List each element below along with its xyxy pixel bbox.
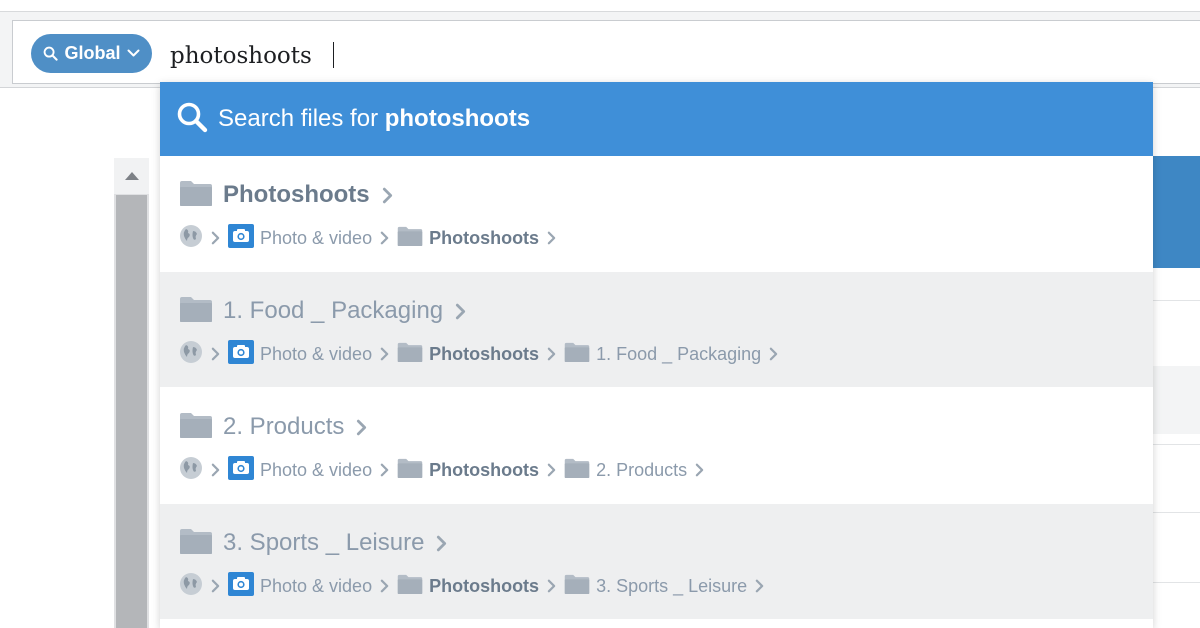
search-files-prefix: Search files for <box>218 105 385 132</box>
chevron-right-icon <box>769 347 778 361</box>
breadcrumb-label: Photo & video <box>260 227 373 248</box>
scroll-up-button[interactable] <box>114 158 149 194</box>
chevron-right-icon <box>755 579 764 593</box>
breadcrumb-item[interactable]: Photo & video <box>228 339 373 369</box>
breadcrumb-label: Photo & video <box>260 575 373 596</box>
chevron-right-icon <box>211 347 220 361</box>
breadcrumb-item[interactable]: Photo & video <box>228 455 373 485</box>
search-result-item[interactable]: Photoshoots Photo & video Photoshoots <box>160 156 1153 271</box>
breadcrumb-item[interactable]: Photoshoots <box>397 225 539 252</box>
search-result-item[interactable]: 3. Sports _ Leisure Photo & video Photosho… <box>160 504 1153 619</box>
result-title: 3. Sports _ Leisure <box>223 529 425 556</box>
chevron-right-icon <box>356 419 367 436</box>
result-title-row: 3. Sports _ Leisure <box>179 528 447 558</box>
folder-icon <box>397 341 423 368</box>
folder-icon <box>179 411 213 444</box>
search-files-label: Search files for photoshoots <box>218 105 530 133</box>
chevron-right-icon <box>547 579 556 593</box>
scope-dropdown-button[interactable]: Global <box>31 34 152 73</box>
breadcrumb-label: Photo & video <box>260 459 373 480</box>
background-header-panel <box>1152 156 1200 268</box>
search-suggestions-dropdown: Search files for photoshoots Photoshoots… <box>160 82 1153 628</box>
chevron-right-icon <box>380 231 389 245</box>
result-title: 1. Food _ Packaging <box>223 297 444 324</box>
result-title: Photoshoots <box>223 181 370 208</box>
chevron-right-icon <box>380 579 389 593</box>
chevron-right-icon <box>211 579 220 593</box>
search-input[interactable] <box>160 30 1154 82</box>
result-title: 2. Products <box>223 413 345 440</box>
breadcrumb-label: Photoshoots <box>429 227 540 248</box>
breadcrumb-label: Photo & video <box>260 343 373 364</box>
background-divider <box>1152 582 1200 583</box>
background-divider <box>1152 512 1200 513</box>
globe-icon[interactable] <box>179 340 203 369</box>
breadcrumb-item[interactable]: Photoshoots <box>397 341 539 368</box>
background-divider <box>1152 444 1200 445</box>
folder-icon <box>564 457 590 484</box>
result-breadcrumb: Photo & video Photoshoots 3. Sports _ Leis… <box>179 571 772 601</box>
camera-icon <box>228 339 254 369</box>
folder-icon <box>564 341 590 368</box>
breadcrumb-label: 3. Sports _ Leisure <box>596 575 748 596</box>
folder-icon <box>179 179 213 212</box>
breadcrumb-label: Photoshoots <box>429 575 540 596</box>
result-breadcrumb: Photo & video Photoshoots <box>179 223 564 253</box>
caret-up-icon <box>124 172 139 180</box>
chevron-right-icon <box>382 187 393 204</box>
result-breadcrumb: Photo & video Photoshoots 1. Food _ Packag… <box>179 339 786 369</box>
camera-icon <box>228 223 254 253</box>
folder-icon <box>179 527 213 560</box>
folder-icon <box>397 225 423 252</box>
chevron-right-icon <box>695 463 704 477</box>
globe-icon[interactable] <box>179 456 203 485</box>
breadcrumb-item[interactable]: 3. Sports _ Leisure <box>564 573 747 600</box>
breadcrumb-label: 1. Food _ Packaging <box>596 343 762 364</box>
chevron-right-icon <box>211 231 220 245</box>
search-result-item[interactable]: 1. Food _ Packaging Photo & video Photosho… <box>160 272 1153 387</box>
search-icon <box>43 46 59 61</box>
camera-icon <box>228 455 254 485</box>
globe-icon[interactable] <box>179 572 203 601</box>
breadcrumb-label: 2. Products <box>596 459 688 480</box>
folder-icon <box>397 457 423 484</box>
search-files-option[interactable]: Search files for photoshoots <box>160 82 1153 156</box>
chevron-right-icon <box>380 347 389 361</box>
result-title-row: Photoshoots <box>179 180 393 210</box>
breadcrumb-item[interactable]: Photoshoots <box>397 573 539 600</box>
breadcrumb-label: Photoshoots <box>429 343 540 364</box>
scrollbar-thumb[interactable] <box>116 195 147 628</box>
search-files-query: photoshoots <box>384 105 531 132</box>
breadcrumb-item[interactable]: Photo & video <box>228 571 373 601</box>
chevron-right-icon <box>547 463 556 477</box>
result-title-row: 1. Food _ Packaging <box>179 296 466 326</box>
camera-icon <box>228 571 254 601</box>
background-divider <box>1152 300 1200 301</box>
breadcrumb-item[interactable]: 2. Products <box>564 457 687 484</box>
result-title-row: 2. Products <box>179 412 367 442</box>
breadcrumb-item[interactable]: 1. Food _ Packaging <box>564 341 761 368</box>
breadcrumb-label: Photoshoots <box>429 459 540 480</box>
chevron-right-icon <box>455 303 466 320</box>
folder-icon <box>564 573 590 600</box>
scope-label: Global <box>64 43 121 63</box>
text-caret <box>333 42 334 68</box>
chevron-right-icon <box>436 535 447 552</box>
chevron-right-icon <box>380 463 389 477</box>
chevron-right-icon <box>547 347 556 361</box>
globe-icon[interactable] <box>179 224 203 253</box>
chevron-down-icon <box>127 49 140 58</box>
folder-icon <box>179 295 213 328</box>
search-icon <box>176 101 208 138</box>
breadcrumb-item[interactable]: Photo & video <box>228 223 373 253</box>
background-row <box>1152 366 1200 434</box>
result-breadcrumb: Photo & video Photoshoots 2. Products <box>179 455 712 485</box>
chevron-right-icon <box>547 231 556 245</box>
search-result-item[interactable]: 2. Products Photo & video Photoshoots 2. Pr… <box>160 388 1153 503</box>
window-top-strip <box>0 0 1200 12</box>
breadcrumb-item[interactable]: Photoshoots <box>397 457 539 484</box>
folder-icon <box>397 573 423 600</box>
chevron-right-icon <box>211 463 220 477</box>
